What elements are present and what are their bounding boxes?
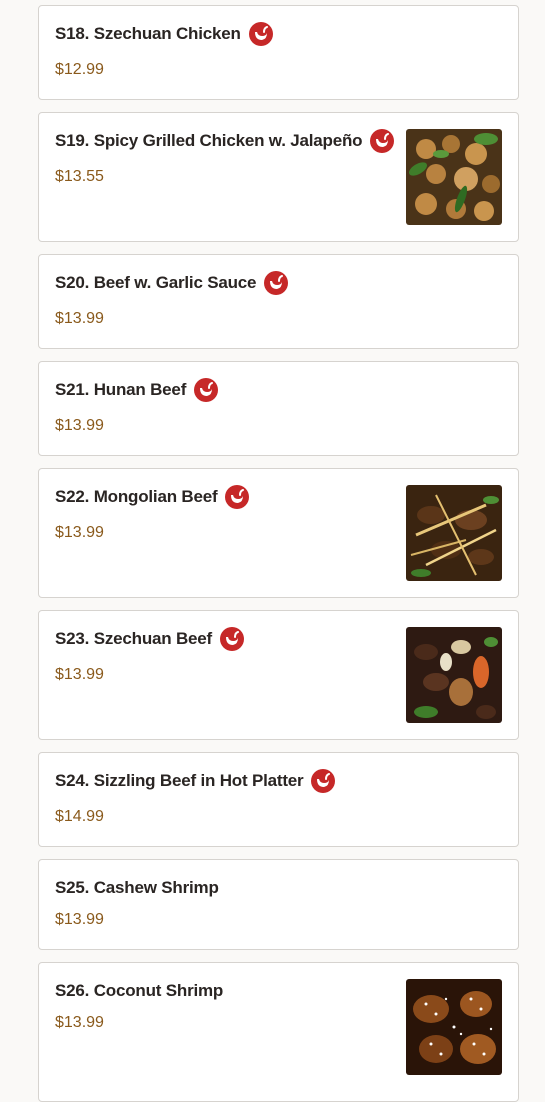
szechuan-beef-photo xyxy=(406,627,502,723)
menu-item-price: $12.99 xyxy=(55,61,104,78)
menu-item-price: $13.99 xyxy=(55,310,104,327)
menu-item-title-row: S21. Hunan Beef xyxy=(55,378,219,402)
menu-item-title: S19. Spicy Grilled Chicken w. Jalapeño xyxy=(55,131,363,150)
menu-item-price: $13.55 xyxy=(55,168,104,185)
menu-item-title-row: S20. Beef w. Garlic Sauce xyxy=(55,271,289,295)
menu-item-title: S26. Coconut Shrimp xyxy=(55,981,224,1000)
menu-item-price: $13.99 xyxy=(55,911,104,928)
spicy-chili-icon xyxy=(264,271,289,295)
menu-item-card[interactable]: S19. Spicy Grilled Chicken w. Jalapeño $… xyxy=(38,112,519,242)
menu-item-card[interactable]: S26. Coconut Shrimp $13.99 xyxy=(38,962,519,1102)
menu-item-price: $13.99 xyxy=(55,666,104,683)
menu-item-price: $13.99 xyxy=(55,1014,104,1031)
menu-item-card[interactable]: S25. Cashew Shrimp $13.99 xyxy=(38,859,519,950)
spicy-chili-icon xyxy=(194,378,219,402)
menu-item-title-row: S25. Cashew Shrimp xyxy=(55,876,219,900)
coconut-shrimp-photo xyxy=(406,979,502,1075)
menu-item-card[interactable]: S21. Hunan Beef $13.99 xyxy=(38,361,519,456)
menu-item-title-row: S22. Mongolian Beef xyxy=(55,485,250,509)
menu-item-card[interactable]: S22. Mongolian Beef $13.99 xyxy=(38,468,519,598)
menu-item-card[interactable]: S18. Szechuan Chicken $12.99 xyxy=(38,5,519,100)
spicy-chili-icon xyxy=(225,485,250,509)
menu-item-title: S23. Szechuan Beef xyxy=(55,629,213,648)
menu-item-title-row: S24. Sizzling Beef in Hot Platter xyxy=(55,769,336,793)
mongolian-beef-photo xyxy=(406,485,502,581)
menu-item-card[interactable]: S23. Szechuan Beef $13.99 xyxy=(38,610,519,740)
menu-item-title: S20. Beef w. Garlic Sauce xyxy=(55,273,257,292)
spicy-chili-icon xyxy=(370,129,395,153)
chicken-jalapeno-photo xyxy=(406,129,502,225)
menu-item-title-row: S19. Spicy Grilled Chicken w. Jalapeño xyxy=(55,129,395,153)
menu-item-title: S25. Cashew Shrimp xyxy=(55,878,219,897)
menu-item-title-row: S18. Szechuan Chicken xyxy=(55,22,273,46)
spicy-chili-icon xyxy=(311,769,336,793)
menu-item-card[interactable]: S20. Beef w. Garlic Sauce $13.99 xyxy=(38,254,519,349)
spicy-chili-icon xyxy=(248,22,273,46)
spicy-chili-icon xyxy=(220,627,245,651)
menu-item-card[interactable]: S24. Sizzling Beef in Hot Platter $14.99 xyxy=(38,752,519,847)
menu-item-title: S22. Mongolian Beef xyxy=(55,487,218,506)
menu-item-title: S18. Szechuan Chicken xyxy=(55,24,241,43)
menu-item-price: $13.99 xyxy=(55,417,104,434)
menu-item-title-row: S23. Szechuan Beef xyxy=(55,627,245,651)
menu-item-price: $14.99 xyxy=(55,808,104,825)
menu-item-price: $13.99 xyxy=(55,524,104,541)
menu-item-title-row: S26. Coconut Shrimp xyxy=(55,979,223,1003)
menu-item-title: S21. Hunan Beef xyxy=(55,380,187,399)
menu-item-title: S24. Sizzling Beef in Hot Platter xyxy=(55,771,304,790)
